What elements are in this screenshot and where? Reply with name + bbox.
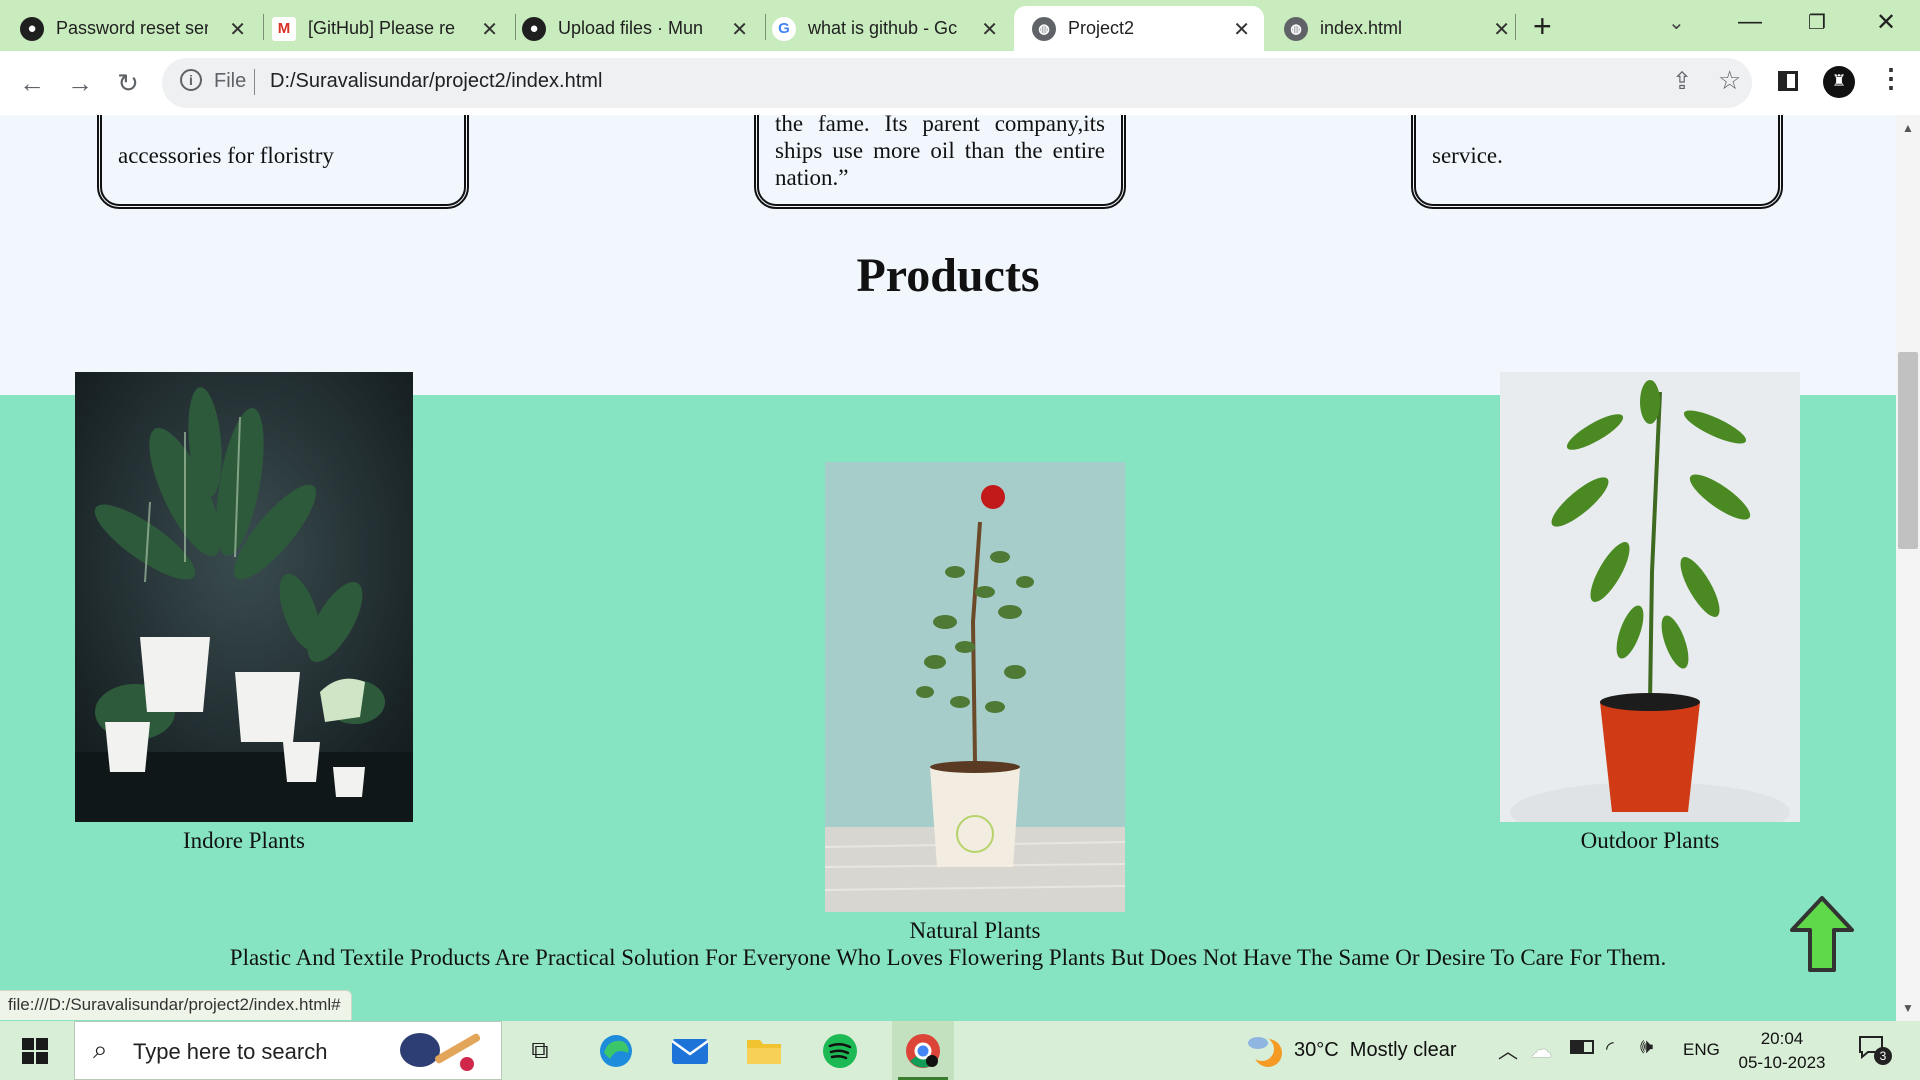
search-icon: ⌕: [93, 1034, 108, 1064]
taskbar-search-box[interactable]: ⌕ Type here to search: [74, 1021, 502, 1080]
bookmark-star-icon[interactable]: ☆: [1718, 65, 1741, 96]
close-window-icon[interactable]: ✕: [1876, 8, 1896, 37]
wifi-icon[interactable]: ◜: [1606, 1036, 1614, 1061]
address-divider: [254, 69, 255, 95]
card-text: the fame. Its parent company,its ships u…: [775, 115, 1105, 190]
tab-title: index.html: [1320, 18, 1403, 38]
task-view-icon[interactable]: ⧉: [520, 1021, 560, 1080]
github-icon: ●: [522, 16, 546, 41]
product-caption: Indore Plants: [182, 828, 305, 853]
indoor-plants-image: [75, 372, 413, 822]
onedrive-cloud-icon[interactable]: ☁: [1530, 1037, 1552, 1063]
products-heading: Products: [856, 249, 1040, 302]
mail-icon[interactable]: [668, 1021, 712, 1080]
address-bar[interactable]: i File D:/Suravalisundar/project2/index.…: [162, 58, 1752, 108]
github-icon: ●: [20, 16, 44, 41]
info-card-3: service.: [1411, 115, 1783, 209]
globe-icon: ◍: [1032, 16, 1056, 41]
tab-google-search[interactable]: G what is github - Gc ✕: [772, 6, 1012, 51]
card-text: service.: [1432, 143, 1503, 168]
page-scrollbar[interactable]: ▲ ▼: [1896, 115, 1920, 1021]
card-text: accessories for floristry: [118, 143, 334, 168]
cricket-search-highlight-icon: [395, 1028, 485, 1074]
close-tab-icon[interactable]: ✕: [481, 17, 498, 42]
tab-project2[interactable]: ◍ Project2 ✕: [1014, 6, 1264, 51]
link-status-bubble: file:///D:/Suravalisundar/project2/index…: [0, 990, 352, 1020]
tab-github-email[interactable]: M [GitHub] Please re ✕: [272, 6, 512, 51]
globe-icon: ◍: [1284, 16, 1308, 41]
product-caption: Outdoor Plants: [1580, 828, 1720, 853]
natural-plants-image: [824, 462, 1126, 912]
side-panel-icon[interactable]: [1778, 71, 1798, 91]
page-viewport: accessories for floristry the fame. Its …: [0, 115, 1896, 1021]
chevron-down-icon[interactable]: ⌄: [1668, 10, 1685, 35]
clock-time: 20:04: [1760, 1029, 1804, 1048]
back-arrow-icon[interactable]: ←: [14, 65, 50, 101]
tab-title: Password reset ser: [56, 18, 208, 38]
info-card-2: the fame. Its parent company,its ships u…: [754, 115, 1126, 209]
scroll-up-icon[interactable]: ▲: [1902, 121, 1914, 135]
forward-arrow-icon[interactable]: →: [62, 65, 98, 101]
close-tab-icon[interactable]: ✕: [731, 17, 748, 42]
tab-index-html[interactable]: ◍ index.html ✕: [1284, 6, 1524, 51]
info-card-1: accessories for floristry: [97, 115, 469, 209]
kebab-menu-icon[interactable]: ⋮: [1878, 63, 1904, 94]
minimize-icon[interactable]: —: [1738, 8, 1762, 36]
google-icon: G: [772, 16, 796, 41]
chrome-taskbar-icon[interactable]: [892, 1021, 954, 1080]
close-tab-icon[interactable]: ✕: [981, 17, 998, 42]
clock-date: 05-10-2023: [1738, 1053, 1826, 1072]
outdoor-plants-image: [1500, 372, 1800, 842]
edge-browser-icon[interactable]: [594, 1021, 638, 1080]
close-tab-icon[interactable]: ✕: [1493, 17, 1510, 42]
spotify-icon[interactable]: [818, 1021, 862, 1080]
reload-icon[interactable]: ↻: [110, 65, 146, 101]
volume-icon[interactable]: 🕪: [1640, 1035, 1653, 1059]
profile-avatar-icon[interactable]: ♜: [1823, 66, 1855, 98]
product-caption: Natural Plants: [909, 918, 1041, 943]
tab-title: [GitHub] Please re: [308, 18, 456, 38]
tab-password-reset[interactable]: ● Password reset ser ✕: [20, 6, 260, 51]
browser-toolbar: ← → ↻ i File D:/Suravalisundar/project2/…: [0, 51, 1920, 115]
windows-taskbar: ⌕ Type here to search ⧉ 30°C Mostly clea…: [0, 1021, 1920, 1080]
notification-center-icon[interactable]: 3: [1858, 1035, 1892, 1065]
tab-title: Project2: [1068, 18, 1135, 38]
windows-start-icon[interactable]: [14, 1021, 56, 1080]
address-url[interactable]: D:/Suravalisundar/project2/index.html: [270, 70, 602, 93]
tab-upload-files[interactable]: ● Upload files · Mun ✕: [522, 6, 762, 51]
share-icon[interactable]: ⇪: [1672, 67, 1692, 96]
close-tab-icon[interactable]: ✕: [229, 17, 246, 42]
battery-icon[interactable]: [1570, 1040, 1594, 1054]
tab-strip: ● Password reset ser ✕ M [GitHub] Please…: [0, 0, 1920, 51]
scrollbar-thumb[interactable]: [1898, 352, 1918, 549]
new-tab-plus-icon[interactable]: +: [1533, 8, 1552, 45]
close-tab-icon[interactable]: ✕: [1233, 17, 1250, 42]
file-explorer-icon[interactable]: [742, 1021, 786, 1080]
footer-note: Plastic And Textile Products Are Practic…: [229, 945, 1667, 970]
notification-count-badge: 3: [1874, 1047, 1892, 1065]
chevron-up-icon[interactable]: ︿: [1498, 1035, 1518, 1064]
info-icon[interactable]: i: [180, 69, 202, 91]
restore-icon[interactable]: ❐: [1808, 10, 1826, 35]
address-scheme: File: [214, 70, 247, 92]
scroll-down-icon[interactable]: ▼: [1902, 1001, 1914, 1015]
tab-title: what is github - Gc: [808, 18, 958, 38]
weather-text[interactable]: 30°C Mostly clear: [1294, 1039, 1457, 1062]
tab-title: Upload files · Mun: [558, 18, 704, 38]
taskbar-search-placeholder: Type here to search: [133, 1039, 328, 1064]
scroll-to-top-arrow-icon[interactable]: [1788, 894, 1856, 974]
language-indicator[interactable]: ENG: [1683, 1040, 1720, 1060]
clock[interactable]: 20:04 05-10-2023: [1736, 1027, 1828, 1075]
weather-icon[interactable]: [1244, 1031, 1284, 1071]
gmail-icon: M: [272, 16, 296, 41]
